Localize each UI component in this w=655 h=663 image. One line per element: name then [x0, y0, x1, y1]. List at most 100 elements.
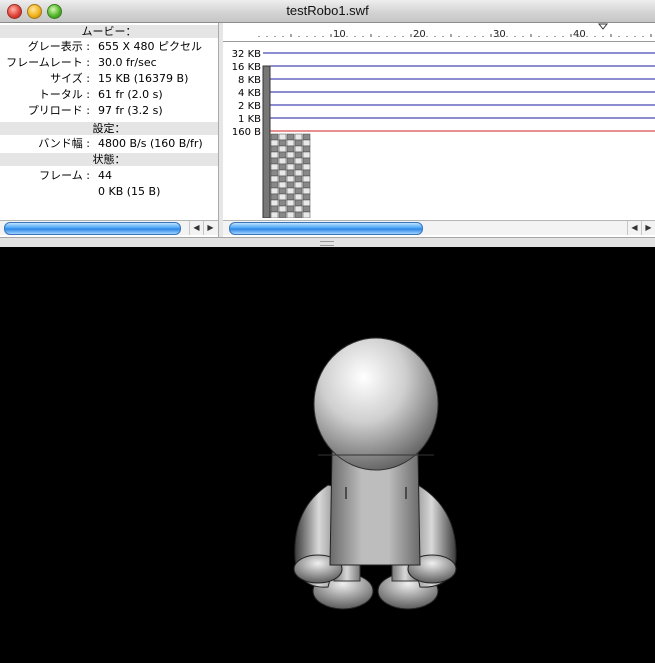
- bandwidth-chart: 32 KB 16 KB 8 KB 4 KB 2 KB 1 KB 160 B: [223, 42, 655, 219]
- settings-section-header: 設定：: [0, 122, 218, 135]
- frame-bar-segment: [286, 181, 295, 189]
- info-row-frame-size: 0 KB (15 B): [0, 184, 218, 200]
- ruler-label: 40: [573, 29, 586, 40]
- frame-bar-segment: [286, 145, 295, 153]
- frame-bar-segment: [294, 187, 303, 195]
- info-value: 4800 B/s (160 B/fr): [98, 137, 203, 150]
- frame-bar-segment: [286, 193, 295, 201]
- frame-bar-segment: [286, 133, 295, 141]
- left-scroll-thumb[interactable]: [4, 222, 181, 235]
- scroll-left-arrow-icon[interactable]: ◀: [189, 221, 203, 235]
- info-value: 30.0 fr/sec: [98, 56, 157, 69]
- frame-bar-segment: [278, 199, 287, 207]
- frame-bar-segment: [286, 169, 295, 177]
- frame-bar-segment: [286, 205, 295, 213]
- y-axis-label: 4 KB: [238, 88, 261, 99]
- frame-bar-segment: [270, 169, 279, 177]
- frame-bar-segment: [294, 151, 303, 159]
- frame-bar-segment: [286, 187, 295, 195]
- frame-bar-segment: [270, 151, 279, 159]
- frame-bar-segment: [294, 133, 303, 141]
- info-row-total: トータル : 61 fr (2.0 s): [0, 87, 218, 103]
- frame-bar-segment: [270, 211, 279, 219]
- graph-scroll-left-arrow-icon[interactable]: ◀: [627, 221, 641, 235]
- y-axis-label: 1 KB: [238, 114, 261, 125]
- frame-bar-segment: [302, 151, 311, 159]
- frame-bar-segment: [278, 157, 287, 165]
- info-label: フレーム :: [39, 169, 90, 182]
- info-row-frame-rate: フレームレート : 30.0 fr/sec: [0, 55, 218, 71]
- info-value: 97 fr (3.2 s): [98, 104, 163, 117]
- info-value: 655 X 480 ピクセル: [98, 40, 203, 53]
- frame-bar-segment: [294, 139, 303, 147]
- info-value: 61 fr (2.0 s): [98, 88, 163, 101]
- frame-bar-segment: [294, 211, 303, 219]
- frame-bar-segment: [294, 157, 303, 165]
- frame-bar-segment: [302, 199, 311, 207]
- frame-bar-segment: [270, 175, 279, 183]
- frame-bar-segment: [270, 193, 279, 201]
- status-section-header: 状態：: [0, 153, 218, 166]
- info-value: 0 KB (15 B): [98, 185, 161, 198]
- frame-bar-segment: [278, 193, 287, 201]
- frame-bar-segment: [302, 139, 311, 147]
- frame-bar-segment: [302, 175, 311, 183]
- window-title: testRobo1.swf: [286, 3, 369, 18]
- title-bar[interactable]: testRobo1.swf: [0, 0, 655, 23]
- flash-player-window: testRobo1.swf ムービー： グレー表示 : 655 X 480 ピク…: [0, 0, 655, 659]
- y-axis-label: 16 KB: [232, 62, 261, 73]
- info-label: プリロード :: [27, 104, 90, 117]
- playhead-marker-icon: [597, 23, 609, 30]
- frame-bar-segment: [302, 193, 311, 201]
- frame-bar-segment: [270, 157, 279, 165]
- frame-bar-segment: [294, 199, 303, 207]
- frame-bar-segment: [294, 205, 303, 213]
- bandwidth-chart-svg: 32 KB 16 KB 8 KB 4 KB 2 KB 1 KB 160 B: [232, 49, 655, 219]
- frame-bar-segment: [270, 205, 279, 213]
- frame-bar-segment: [294, 193, 303, 201]
- frame-bar-segment: [270, 145, 279, 153]
- frame-bar-segment: [302, 163, 311, 171]
- frame-bar-segment: [278, 187, 287, 195]
- frame-bar-segment: [278, 163, 287, 171]
- frame-bar-segment: [278, 145, 287, 153]
- ruler-label: 30: [493, 29, 506, 40]
- ruler-ticks: 10 20 30 40: [258, 23, 652, 40]
- frame-bar-segment: [270, 163, 279, 171]
- frame-bar-segment: [302, 145, 311, 153]
- robot-head: [313, 337, 439, 471]
- info-value: 44: [98, 169, 112, 182]
- info-label: フレームレート :: [6, 56, 90, 69]
- frame-bar-segment: [270, 187, 279, 195]
- graph-scroll-right-arrow-icon[interactable]: ▶: [641, 221, 655, 235]
- frame-bar: [262, 65, 271, 219]
- right-horizontal-scrollbar[interactable]: ◀ ▶: [223, 220, 655, 235]
- frame-bar-segment: [278, 211, 287, 219]
- frame-bar-segment: [286, 163, 295, 171]
- frame-bar-segment: [294, 145, 303, 153]
- bandwidth-info-panel: ムービー： グレー表示 : 655 X 480 ピクセル フレームレート : 3…: [0, 23, 218, 237]
- info-row-dimensions: グレー表示 : 655 X 480 ピクセル: [0, 39, 218, 55]
- frame-bar-segment: [278, 181, 287, 189]
- y-axis-label: 160 B: [232, 127, 261, 138]
- left-horizontal-scrollbar[interactable]: ◀ ▶: [0, 220, 218, 235]
- frame-bar-segment: [286, 175, 295, 183]
- frame-bar-segment: [302, 187, 311, 195]
- frame-bar-segment: [286, 151, 295, 159]
- movie-section-header: ムービー：: [0, 25, 218, 38]
- right-scroll-thumb[interactable]: [229, 222, 423, 235]
- info-row-frame: フレーム : 44: [0, 168, 218, 184]
- frame-ruler[interactable]: 10 20 30 40: [223, 23, 655, 42]
- info-label: トータル :: [38, 88, 90, 101]
- info-label: バンド幅 :: [38, 137, 90, 150]
- frame-bar-segment: [278, 175, 287, 183]
- frame-bar-segment: [278, 205, 287, 213]
- info-value: 15 KB (16379 B): [98, 72, 189, 85]
- frame-bar-segment: [294, 169, 303, 177]
- frame-bar-segment: [270, 133, 279, 141]
- frame-bar-segment: [302, 157, 311, 165]
- scroll-right-arrow-icon[interactable]: ▶: [203, 221, 217, 235]
- frame-bar-segment: [286, 139, 295, 147]
- frame-bar-segment: [286, 157, 295, 165]
- robot-character-illustration: [293, 337, 457, 610]
